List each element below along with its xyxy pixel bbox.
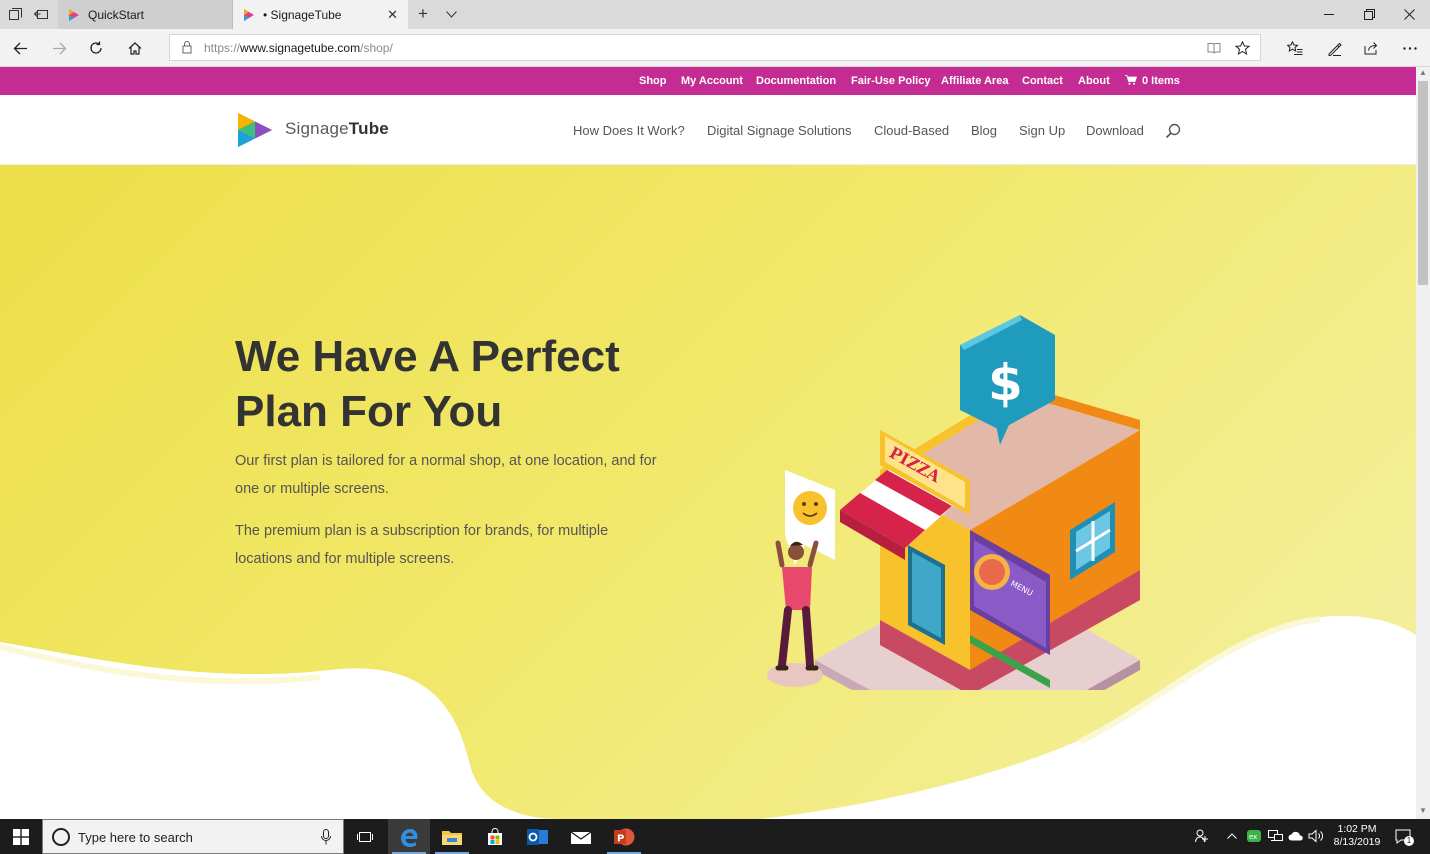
search-placeholder: Type here to search: [78, 830, 193, 845]
menu-download[interactable]: Download: [1086, 123, 1144, 138]
scroll-down-icon[interactable]: ▼: [1416, 806, 1430, 818]
address-bar[interactable]: https://www.signagetube.com/shop/: [169, 34, 1261, 61]
menu-blog[interactable]: Blog: [971, 123, 997, 138]
app-tray-icon[interactable]: ex: [1246, 828, 1262, 844]
browser-nav-bar: https://www.signagetube.com/shop/: [0, 29, 1430, 67]
cart-icon: [1125, 75, 1138, 85]
more-options-icon[interactable]: [1400, 38, 1420, 58]
top-link-documentation[interactable]: Documentation: [756, 75, 836, 87]
hero-section: We Have A Perfect Plan For You Our first…: [0, 165, 1416, 819]
lock-icon: [182, 41, 192, 54]
url-text: https://www.signagetube.com/shop/: [204, 41, 393, 55]
set-tabs-aside-icon[interactable]: [32, 5, 50, 23]
volume-icon[interactable]: [1308, 828, 1324, 844]
dollar-sign-text: $: [988, 354, 1023, 412]
top-link-my-account[interactable]: My Account: [681, 75, 743, 87]
top-link-shop[interactable]: Shop: [639, 75, 667, 87]
signagetube-favicon-icon: [244, 8, 254, 21]
microphone-icon[interactable]: [321, 829, 331, 845]
svg-text:ex: ex: [1249, 833, 1257, 841]
mail-icon[interactable]: [560, 819, 602, 854]
site-logo-text[interactable]: SignageTube: [285, 119, 389, 139]
scrollbar-thumb[interactable]: [1418, 81, 1428, 285]
scroll-up-icon[interactable]: ▲: [1416, 68, 1430, 80]
taskbar-search-box[interactable]: Type here to search: [42, 819, 344, 854]
search-icon[interactable]: [1165, 123, 1181, 139]
web-page: Shop My Account Documentation Fair-Use P…: [0, 67, 1416, 819]
onedrive-cloud-icon[interactable]: [1288, 828, 1304, 844]
forward-icon[interactable]: [49, 38, 69, 58]
site-header: SignageTube How Does It Work? Digital Si…: [0, 95, 1416, 165]
hero-paragraph-1: Our first plan is tailored for a normal …: [235, 453, 657, 497]
menu-sign-up[interactable]: Sign Up: [1019, 123, 1065, 138]
windows-start-icon[interactable]: [0, 819, 42, 854]
microsoft-store-icon[interactable]: [474, 819, 516, 854]
pizza-shop-illustration: MENU PIZZA $: [767, 315, 1140, 690]
clock-time: 1:02 PM: [1337, 823, 1377, 835]
refresh-icon[interactable]: [86, 38, 106, 58]
menu-cloud-based[interactable]: Cloud-Based: [874, 123, 949, 138]
edge-browser-icon[interactable]: [388, 819, 430, 854]
hero-paragraph-2: The premium plan is a subscription for b…: [235, 523, 609, 567]
tab-signagetube[interactable]: • SignageTube ✕: [233, 0, 408, 29]
tab-label: • SignageTube: [263, 7, 342, 22]
powerpoint-icon[interactable]: P: [603, 819, 645, 854]
top-link-about[interactable]: About: [1078, 75, 1110, 87]
notification-count-badge: 1: [1404, 836, 1414, 846]
reading-view-icon[interactable]: [1206, 40, 1222, 56]
show-hidden-icons-chevron-up-icon[interactable]: [1226, 828, 1238, 844]
browser-tab-bar: QuickStart • SignageTube ✕ +: [0, 0, 1430, 29]
network-icon[interactable]: [1267, 828, 1283, 844]
action-center-notification-icon[interactable]: 1: [1394, 827, 1414, 847]
top-link-affiliate-area[interactable]: Affiliate Area: [941, 75, 1008, 87]
top-link-contact[interactable]: Contact: [1022, 75, 1063, 87]
signagetube-favicon-icon: [69, 8, 79, 21]
people-icon[interactable]: [1195, 828, 1209, 844]
new-tab-icon[interactable]: +: [414, 4, 432, 23]
windows-taskbar: Type here to search P ex 1:02 PM 8/13/20…: [0, 819, 1430, 854]
home-icon[interactable]: [125, 38, 145, 58]
favorite-star-icon[interactable]: [1234, 40, 1250, 56]
close-window-icon[interactable]: [1386, 0, 1430, 29]
share-icon[interactable]: [1361, 38, 1381, 58]
menu-digital-signage-solutions[interactable]: Digital Signage Solutions: [707, 123, 852, 138]
chevron-down-icon[interactable]: [442, 5, 460, 23]
tab-quickstart[interactable]: QuickStart: [58, 0, 233, 29]
cart-link[interactable]: 0 Items: [1125, 75, 1180, 87]
hero-wave-shape: [0, 615, 1416, 819]
page-scrollbar[interactable]: ▲ ▼: [1416, 67, 1430, 819]
outlook-icon[interactable]: [517, 819, 559, 854]
favorites-hub-icon[interactable]: [1285, 38, 1305, 58]
clock-date: 8/13/2019: [1333, 836, 1381, 848]
signagetube-logo-icon[interactable]: [236, 110, 274, 150]
tab-actions-icon[interactable]: [6, 5, 24, 23]
tab-label: QuickStart: [88, 7, 145, 22]
menu-how-does-it-work[interactable]: How Does It Work?: [573, 123, 685, 138]
top-link-fair-use-policy[interactable]: Fair-Use Policy: [851, 75, 930, 87]
close-tab-icon[interactable]: ✕: [387, 7, 398, 23]
task-view-icon[interactable]: [344, 819, 386, 854]
hero-title: We Have A Perfect Plan For You: [235, 332, 620, 436]
file-explorer-icon[interactable]: [431, 819, 473, 854]
back-icon[interactable]: [10, 38, 30, 58]
svg-text:P: P: [617, 833, 624, 844]
add-notes-icon[interactable]: [1324, 38, 1344, 58]
secondary-menu-bar: Shop My Account Documentation Fair-Use P…: [0, 67, 1416, 95]
system-clock[interactable]: 1:02 PM 8/13/2019: [1326, 823, 1388, 849]
cart-count: 0 Items: [1142, 75, 1180, 87]
cortana-icon: [52, 828, 70, 846]
